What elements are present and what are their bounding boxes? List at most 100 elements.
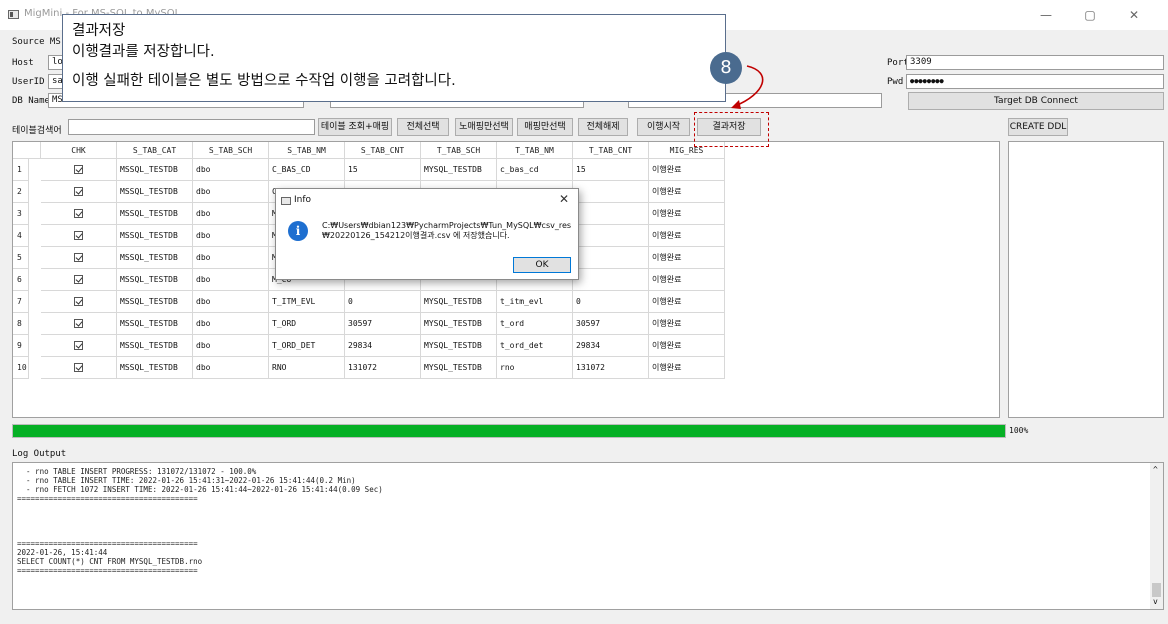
row-number[interactable]: 6 [13, 269, 29, 291]
select-all-button[interactable]: 전체선택 [397, 118, 449, 136]
dialog-close-icon[interactable]: ✕ [559, 192, 569, 206]
cell-mig-res[interactable]: 이행완료 [649, 313, 725, 335]
column-header-s-tab-cnt[interactable]: S_TAB_CNT [345, 142, 421, 159]
cell-t-tab-cnt[interactable]: 30597 [573, 313, 649, 335]
cell-t-tab-sch[interactable]: MYSQL_TESTDB [421, 313, 497, 335]
row-checkbox-cell[interactable] [41, 247, 117, 269]
cell-s-tab-sch[interactable]: dbo [193, 159, 269, 181]
cell-t-tab-cnt[interactable] [573, 225, 649, 247]
no-mapping-select-button[interactable]: 노매핑만선택 [455, 118, 513, 136]
cell-s-tab-cat[interactable]: MSSQL_TESTDB [117, 269, 193, 291]
cell-s-tab-cnt[interactable]: 131072 [345, 357, 421, 379]
pwd-input[interactable]: ●●●●●●●● [906, 74, 1164, 89]
cell-s-tab-cat[interactable]: MSSQL_TESTDB [117, 203, 193, 225]
cell-s-tab-cnt[interactable]: 29834 [345, 335, 421, 357]
column-header-s-tab-cat[interactable]: S_TAB_CAT [117, 142, 193, 159]
cell-mig-res[interactable]: 이행완료 [649, 225, 725, 247]
cell-t-tab-nm[interactable]: rno [497, 357, 573, 379]
cell-s-tab-cat[interactable]: MSSQL_TESTDB [117, 335, 193, 357]
cell-t-tab-cnt[interactable]: 131072 [573, 357, 649, 379]
checkbox-checked-icon[interactable] [74, 297, 83, 306]
checkbox-checked-icon[interactable] [74, 253, 83, 262]
row-checkbox-cell[interactable] [41, 313, 117, 335]
checkbox-checked-icon[interactable] [74, 187, 83, 196]
cell-t-tab-sch[interactable]: MYSQL_TESTDB [421, 357, 497, 379]
checkbox-checked-icon[interactable] [74, 165, 83, 174]
cell-mig-res[interactable]: 이행완료 [649, 335, 725, 357]
cell-mig-res[interactable]: 이행완료 [649, 203, 725, 225]
deselect-all-button[interactable]: 전체해제 [578, 118, 628, 136]
cell-s-tab-cat[interactable]: MSSQL_TESTDB [117, 181, 193, 203]
cell-s-tab-cat[interactable]: MSSQL_TESTDB [117, 291, 193, 313]
scroll-down-arrow-icon[interactable]: v [1153, 597, 1158, 606]
table-query-mapping-button[interactable]: 테이블 조회+매핑 [318, 118, 392, 136]
cell-s-tab-sch[interactable]: dbo [193, 291, 269, 313]
checkbox-checked-icon[interactable] [74, 341, 83, 350]
row-checkbox-cell[interactable] [41, 291, 117, 313]
cell-s-tab-nm[interactable]: RNO [269, 357, 345, 379]
cell-t-tab-cnt[interactable]: 29834 [573, 335, 649, 357]
cell-t-tab-cnt[interactable] [573, 181, 649, 203]
checkbox-checked-icon[interactable] [74, 275, 83, 284]
row-checkbox-cell[interactable] [41, 181, 117, 203]
column-header-t-tab-cnt[interactable]: T_TAB_CNT [573, 142, 649, 159]
cell-mig-res[interactable]: 이행완료 [649, 247, 725, 269]
cell-s-tab-cnt[interactable]: 15 [345, 159, 421, 181]
minimize-button[interactable]: — [1026, 4, 1066, 26]
row-checkbox-cell[interactable] [41, 269, 117, 291]
cell-s-tab-nm[interactable]: T_ORD_DET [269, 335, 345, 357]
column-header-chk[interactable]: CHK [41, 142, 117, 159]
column-header-s-tab-sch[interactable]: S_TAB_SCH [193, 142, 269, 159]
cell-t-tab-sch[interactable]: MYSQL_TESTDB [421, 159, 497, 181]
row-checkbox-cell[interactable] [41, 225, 117, 247]
cell-s-tab-cnt[interactable]: 30597 [345, 313, 421, 335]
cell-s-tab-cat[interactable]: MSSQL_TESTDB [117, 313, 193, 335]
row-number[interactable]: 5 [13, 247, 29, 269]
checkbox-checked-icon[interactable] [74, 231, 83, 240]
cell-s-tab-nm[interactable]: C_BAS_CD [269, 159, 345, 181]
row-checkbox-cell[interactable] [41, 203, 117, 225]
row-number[interactable]: 10 [13, 357, 29, 379]
dialog-ok-button[interactable]: OK [513, 257, 571, 273]
table-search-input[interactable] [68, 119, 315, 135]
cell-t-tab-nm[interactable]: t_ord [497, 313, 573, 335]
start-migration-button[interactable]: 이행시작 [637, 118, 690, 136]
cell-t-tab-cnt[interactable] [573, 203, 649, 225]
cell-s-tab-sch[interactable]: dbo [193, 247, 269, 269]
cell-mig-res[interactable]: 이행완료 [649, 269, 725, 291]
cell-s-tab-sch[interactable]: dbo [193, 225, 269, 247]
cell-t-tab-cnt[interactable]: 15 [573, 159, 649, 181]
cell-s-tab-sch[interactable]: dbo [193, 335, 269, 357]
row-checkbox-cell[interactable] [41, 357, 117, 379]
row-number[interactable]: 9 [13, 335, 29, 357]
cell-t-tab-cnt[interactable] [573, 247, 649, 269]
cell-s-tab-cat[interactable]: MSSQL_TESTDB [117, 247, 193, 269]
cell-t-tab-nm[interactable]: t_itm_evl [497, 291, 573, 313]
column-header-s-tab-nm[interactable]: S_TAB_NM [269, 142, 345, 159]
row-number[interactable]: 7 [13, 291, 29, 313]
cell-t-tab-nm[interactable]: t_ord_det [497, 335, 573, 357]
checkbox-checked-icon[interactable] [74, 363, 83, 372]
cell-s-tab-sch[interactable]: dbo [193, 357, 269, 379]
row-number[interactable]: 8 [13, 313, 29, 335]
cell-s-tab-cat[interactable]: MSSQL_TESTDB [117, 357, 193, 379]
checkbox-checked-icon[interactable] [74, 319, 83, 328]
cell-s-tab-cat[interactable]: MSSQL_TESTDB [117, 159, 193, 181]
cell-s-tab-cnt[interactable]: 0 [345, 291, 421, 313]
cell-mig-res[interactable]: 이행완료 [649, 181, 725, 203]
row-number[interactable]: 3 [13, 203, 29, 225]
cell-mig-res[interactable]: 이행완료 [649, 159, 725, 181]
checkbox-checked-icon[interactable] [74, 209, 83, 218]
ddl-output-panel[interactable] [1008, 141, 1164, 418]
close-button[interactable]: ✕ [1114, 4, 1154, 26]
cell-s-tab-nm[interactable]: T_ORD [269, 313, 345, 335]
target-db-connect-button[interactable]: Target DB Connect [908, 92, 1164, 110]
cell-t-tab-cnt[interactable]: 0 [573, 291, 649, 313]
log-scroll-thumb[interactable] [1152, 583, 1161, 597]
cell-t-tab-sch[interactable]: MYSQL_TESTDB [421, 291, 497, 313]
column-header-t-tab-sch[interactable]: T_TAB_SCH [421, 142, 497, 159]
log-output-textarea[interactable]: - rno TABLE INSERT PROGRESS: 131072/1310… [12, 462, 1164, 610]
mapping-only-select-button[interactable]: 매핑만선택 [517, 118, 573, 136]
log-scrollbar[interactable]: ^ v [1150, 463, 1163, 609]
row-number[interactable]: 1 [13, 159, 29, 181]
